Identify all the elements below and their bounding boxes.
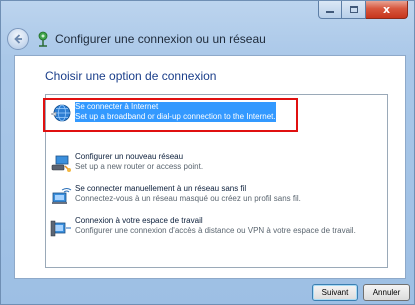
window-frame: x Configurer une connexion ou un réseau … (0, 0, 415, 305)
option-title: Se connecter manuellement à un réseau sa… (75, 184, 247, 193)
content-panel: Choisir une option de connexion Se conne… (14, 55, 406, 279)
option-description: Configurer une connexion d'accès à dista… (75, 226, 356, 235)
minimize-button[interactable] (318, 1, 342, 19)
back-arrow-icon (14, 34, 22, 44)
option-manual-wireless[interactable]: Se connecter manuellement à un réseau sa… (50, 184, 384, 206)
page-heading: Choisir une option de connexion (45, 69, 217, 83)
title-bar: Configurer une connexion ou un réseau (7, 28, 266, 50)
cancel-button[interactable]: Annuler (363, 284, 410, 301)
option-new-network[interactable]: Configurer un nouveau réseau Set up a ne… (50, 152, 384, 174)
option-workplace[interactable]: Connexion à votre espace de travail Conf… (50, 216, 384, 238)
close-button[interactable]: x (366, 1, 408, 19)
caption-buttons: x (318, 1, 408, 19)
router-icon (51, 155, 71, 172)
minimize-icon (326, 11, 334, 13)
workplace-vpn-icon (50, 220, 71, 237)
wireless-network-icon (52, 188, 72, 204)
option-description: Connectez-vous à un réseau masqué ou cré… (75, 194, 301, 203)
option-title: Connexion à votre espace de travail (75, 216, 203, 225)
option-description: Set up a new router or access point. (75, 162, 204, 171)
maximize-icon (349, 6, 358, 13)
next-button[interactable]: Suivant (312, 284, 358, 301)
back-button[interactable] (7, 28, 29, 50)
option-title: Configurer un nouveau réseau (75, 152, 184, 161)
network-setup-icon (38, 31, 48, 47)
window-title: Configurer une connexion ou un réseau (55, 32, 266, 46)
maximize-button[interactable] (342, 1, 366, 19)
highlight-box (43, 98, 298, 132)
close-icon: x (382, 3, 391, 16)
